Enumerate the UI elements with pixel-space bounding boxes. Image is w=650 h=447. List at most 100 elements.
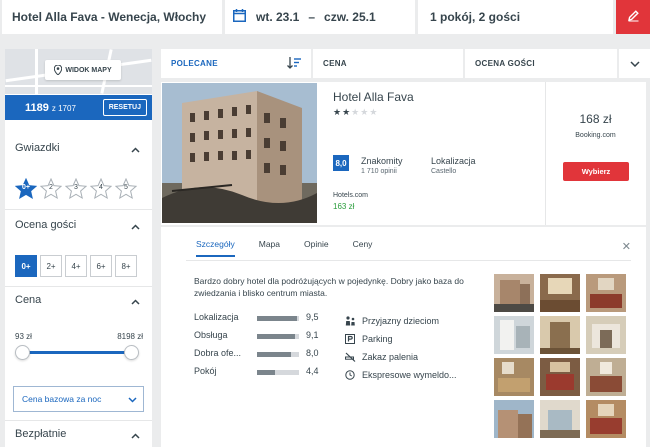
chevron-down-icon <box>128 397 137 403</box>
tab-prices[interactable]: Ceny <box>353 239 373 257</box>
price-slider-min-handle[interactable] <box>15 345 30 360</box>
no-smoking-icon <box>344 352 356 362</box>
rating-option[interactable]: 0+ <box>15 255 37 277</box>
star-filled-icon: ★ <box>342 107 351 117</box>
score-badge: 8,0 <box>333 155 349 171</box>
gallery-thumbnail[interactable] <box>540 274 580 312</box>
edit-search-button[interactable] <box>616 0 650 34</box>
sort-recommended[interactable]: POLECANE <box>161 49 311 78</box>
price-basis-select[interactable]: Cena bazowa za noc <box>13 386 144 412</box>
review-count[interactable]: 1 710 opinii <box>361 168 397 175</box>
price-max: 8198 zł <box>117 332 143 341</box>
chevron-up-icon[interactable] <box>131 144 140 156</box>
search-bar: Hotel Alla Fava - Wenecja, Włochy wt. 23… <box>0 0 650 40</box>
chevron-up-icon[interactable] <box>131 296 140 308</box>
tab-reviews[interactable]: Opinie <box>304 239 329 257</box>
date-field[interactable]: wt. 23.1 – czw. 25.1 <box>225 0 415 34</box>
sort-rating[interactable]: OCENA GOŚCI <box>465 49 617 78</box>
tab-underline <box>186 260 631 261</box>
rating-value: 8,0 <box>306 348 319 358</box>
gallery-thumbnail[interactable] <box>494 316 534 354</box>
hotel-card[interactable]: Hotel Alla Fava ★ ★ ★ ★ ★ 8,0 Znakomity … <box>161 82 646 225</box>
destination-field[interactable]: Hotel Alla Fava - Wenecja, Włochy <box>2 0 222 34</box>
results-total: z 1707 <box>51 104 76 113</box>
amenity-label: Przyjazny dzieciom <box>362 316 440 326</box>
tab-map[interactable]: Mapa <box>259 239 280 257</box>
reset-button[interactable]: RESETUJ <box>102 99 147 116</box>
divider <box>5 286 152 287</box>
amenity-item: Zakaz palenia <box>344 348 457 366</box>
calendar-icon <box>233 9 246 25</box>
star-filter-4[interactable]: 4 <box>89 177 113 200</box>
deal-site: Booking.com <box>575 132 616 139</box>
provider-name[interactable]: Hotels.com <box>333 192 368 199</box>
star-filter-5[interactable]: 5 <box>114 177 138 200</box>
chevron-down-icon <box>629 60 640 67</box>
guests-field[interactable]: 1 pokój, 2 gości <box>418 0 613 34</box>
chevron-up-icon[interactable] <box>131 430 140 442</box>
rating-option[interactable]: 4+ <box>65 255 87 277</box>
sort-icon <box>287 57 301 71</box>
rating-option[interactable]: 6+ <box>90 255 112 277</box>
map-preview[interactable]: WIDOK MAPY <box>5 49 152 94</box>
divider <box>5 209 152 210</box>
rating-option[interactable]: 2+ <box>40 255 62 277</box>
map-view-button[interactable]: WIDOK MAPY <box>45 60 121 80</box>
rating-row: Pokój 4,4 <box>194 366 329 384</box>
sort-price[interactable]: CENA <box>313 49 463 78</box>
gallery-thumbnail[interactable] <box>586 358 626 396</box>
tab-details[interactable]: Szczegóły <box>196 239 235 257</box>
results-count: 1189 <box>25 101 49 114</box>
star-empty-icon: ★ <box>351 107 360 117</box>
price-slider-track[interactable] <box>21 351 137 354</box>
free-title: Bezpłatnie <box>15 428 67 440</box>
star-filter-2[interactable]: 2 <box>39 177 63 200</box>
star-filter-3[interactable]: 3 <box>64 177 88 200</box>
hotel-details-panel: Szczegóły Mapa Opinie Ceny ✕ Bardzo dobr… <box>161 227 646 447</box>
gallery-thumbnail[interactable] <box>494 274 534 312</box>
price-title: Cena <box>15 294 42 306</box>
star-filter-label: 3 <box>74 184 78 191</box>
star-empty-icon: ★ <box>360 107 369 117</box>
sort-more-button[interactable] <box>619 49 650 78</box>
hotel-photo[interactable] <box>162 83 317 223</box>
rating-value: 9,1 <box>306 330 319 340</box>
hotel-stars: ★ ★ ★ ★ ★ <box>333 107 378 118</box>
gallery-thumbnail[interactable] <box>540 358 580 396</box>
gallery-thumbnail[interactable] <box>540 400 580 438</box>
gallery-thumbnail[interactable] <box>494 400 534 438</box>
gallery-thumbnail[interactable] <box>586 316 626 354</box>
star-filter-label: 2 <box>49 184 53 191</box>
rating-bar <box>257 334 299 339</box>
rating-option[interactable]: 8+ <box>115 255 137 277</box>
provider-price[interactable]: 163 zł <box>333 202 354 211</box>
gallery-thumbnail[interactable] <box>540 316 580 354</box>
stars-title: Gwiazdki <box>15 142 60 154</box>
price-slider-max-handle[interactable] <box>124 345 139 360</box>
rating-title: Ocena gości <box>15 219 77 231</box>
divider <box>5 420 152 421</box>
sort-recommended-label: POLECANE <box>171 59 218 68</box>
sort-rating-label: OCENA GOŚCI <box>475 59 535 68</box>
filter-sidebar: WIDOK MAPY 1189 z 1707 RESETUJ Gwiazdki … <box>5 49 152 447</box>
star-filter-0[interactable]: 0+ <box>14 177 38 200</box>
rating-label: Lokalizacja <box>194 312 239 322</box>
rating-filter: 0+ 2+ 4+ 6+ 8+ <box>15 255 140 277</box>
amenity-label: Ekspresowe wymeldo... <box>362 370 457 380</box>
amenities-list: Przyjazny dzieciom Parking Zakaz palenia… <box>344 312 457 384</box>
parking-icon <box>344 334 356 344</box>
deal-price: 168 zł <box>579 112 612 126</box>
rating-row: Obsługa 9,1 <box>194 330 329 348</box>
gallery-thumbnail[interactable] <box>586 274 626 312</box>
price-basis-value: Cena bazowa za noc <box>22 394 102 404</box>
checkout-date: czw. 25.1 <box>324 10 376 24</box>
chevron-up-icon[interactable] <box>131 221 140 233</box>
gallery-thumbnail[interactable] <box>586 400 626 438</box>
hotel-name[interactable]: Hotel Alla Fava <box>333 90 414 104</box>
close-icon[interactable]: ✕ <box>622 240 631 253</box>
select-deal-button[interactable]: Wybierz <box>563 162 629 181</box>
destination-text: Hotel Alla Fava - Wenecja, Włochy <box>12 10 207 24</box>
rating-label: Dobra ofe... <box>194 348 242 358</box>
gallery-thumbnail[interactable] <box>494 358 534 396</box>
map-pin-icon <box>54 65 63 75</box>
